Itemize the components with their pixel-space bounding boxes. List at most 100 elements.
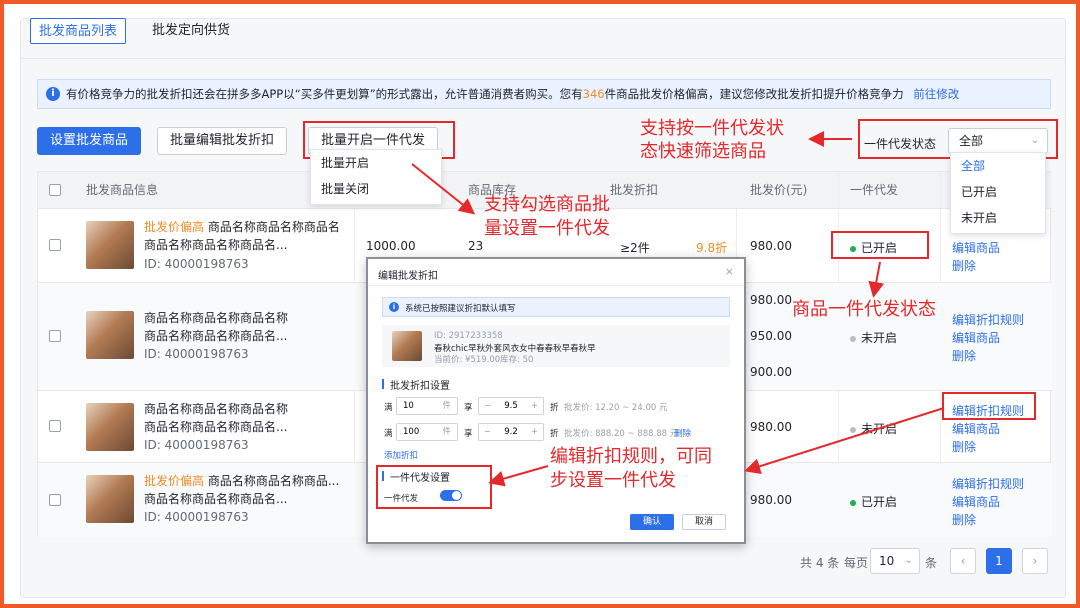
header-discount: 批发折扣 bbox=[610, 183, 659, 197]
annotation-box-dropship-setting bbox=[376, 465, 492, 509]
annotation-box-edit-rule bbox=[942, 392, 1036, 420]
minus-icon[interactable]: − bbox=[484, 398, 491, 414]
menu-item-batch-on[interactable]: 批量开启 bbox=[311, 150, 441, 176]
product-thumbnail bbox=[86, 403, 134, 451]
rule-zhe-label: 折 bbox=[550, 403, 559, 413]
chevron-down-icon: ⌄ bbox=[904, 555, 913, 566]
menu-item-batch-off[interactable]: 批量关闭 bbox=[311, 176, 441, 202]
edit-discount-modal: 编辑批发折扣 × i 系统已按照建议折扣默认填写 ID: 2917233358 … bbox=[366, 257, 746, 544]
notice-link[interactable]: 前往修改 bbox=[913, 87, 959, 101]
filter-option-all[interactable]: 全部 bbox=[951, 153, 1045, 179]
status-off-dot bbox=[850, 335, 856, 342]
tab-divider bbox=[20, 58, 1066, 59]
add-rule-link[interactable]: 添加折扣 bbox=[384, 449, 418, 461]
page-button-current[interactable]: 1 bbox=[986, 548, 1012, 574]
rule-xiang-label: 享 bbox=[464, 429, 473, 439]
pager-unit: 条 bbox=[925, 556, 938, 570]
status-off-dot bbox=[850, 426, 856, 433]
close-icon[interactable]: × bbox=[725, 265, 734, 278]
notice-text-after: 件商品批发价格偏高，建议您修改批发折扣提升价格竞争力 bbox=[604, 87, 904, 101]
info-icon: i bbox=[389, 302, 399, 312]
modal-product-id: ID: 2917233358 bbox=[434, 331, 503, 341]
product-name-line2: 商品名称商品名称商品名... bbox=[144, 492, 288, 506]
rule-price-note: 批发价: 888.20 ~ 888.88 元 bbox=[564, 429, 679, 439]
modal-notice: i 系统已按照建议折扣默认填写 bbox=[382, 297, 730, 317]
wholesale-price: 980.00 bbox=[750, 420, 792, 434]
delete-link[interactable]: 删除 bbox=[952, 257, 976, 274]
edit-discount-rule-link[interactable]: 编辑折扣规则 bbox=[952, 311, 1024, 328]
product-name-line2: 商品名称商品名称商品名... bbox=[144, 420, 288, 434]
rule-xiang-label: 享 bbox=[464, 403, 473, 413]
per-page-select[interactable]: 10 ⌄ bbox=[870, 548, 920, 574]
screenshot-frame: 批发商品列表 批发定向供货 i 有价格竞争力的批发折扣还会在拼多多APP以“买多… bbox=[0, 0, 1080, 608]
notice-count: 346 bbox=[582, 87, 605, 101]
tab-directed-supply[interactable]: 批发定向供货 bbox=[144, 18, 238, 44]
annotation-select-2: 量设置一件代发 bbox=[484, 218, 610, 239]
confirm-button[interactable]: 确认 bbox=[630, 514, 674, 530]
row-checkbox[interactable] bbox=[49, 330, 61, 342]
wholesale-price: 980.00 bbox=[750, 239, 792, 253]
delete-link[interactable]: 删除 bbox=[952, 347, 976, 364]
modal-product-price: 当前价: ¥519.00 bbox=[434, 355, 501, 365]
product-name-line2: 商品名称商品名称商品名... bbox=[144, 329, 288, 343]
filter-options-menu: 全部 已开启 未开启 bbox=[950, 152, 1046, 234]
header-info: 批发商品信息 bbox=[86, 183, 159, 197]
annotation-box-status bbox=[831, 231, 929, 259]
edit-discount-rule-link[interactable]: 编辑折扣规则 bbox=[952, 475, 1024, 492]
discount-qty: ≥2件 bbox=[620, 241, 650, 255]
next-page-icon[interactable]: › bbox=[1022, 548, 1048, 574]
product-name: 商品名称商品名称商品名称 bbox=[144, 402, 289, 416]
product-id: ID: 40000198763 bbox=[144, 510, 249, 524]
status-on-dot bbox=[850, 499, 856, 506]
row-checkbox[interactable] bbox=[49, 420, 61, 432]
tab-wholesale-list[interactable]: 批发商品列表 bbox=[30, 18, 127, 44]
plus-icon[interactable]: + bbox=[531, 398, 538, 414]
select-all-checkbox[interactable] bbox=[49, 184, 61, 196]
product-stock: 23 bbox=[468, 239, 484, 253]
info-icon: i bbox=[46, 87, 60, 101]
product-name: 商品名称商品名称商品名称 bbox=[144, 311, 289, 325]
annotation-edit-1: 编辑折扣规则，可同 bbox=[550, 446, 712, 467]
edit-product-link[interactable]: 编辑商品 bbox=[952, 329, 1000, 346]
annotation-filter-1: 支持按一件代发状 bbox=[640, 118, 784, 139]
row-checkbox[interactable] bbox=[49, 494, 61, 506]
product-id: ID: 40000198763 bbox=[144, 257, 249, 271]
product-name-line2: 商品名称商品名称商品名... bbox=[144, 238, 288, 252]
wholesale-price-tier: 900.00 bbox=[750, 365, 792, 379]
price-high-tag: 批发价偏高 bbox=[144, 220, 205, 234]
delete-link[interactable]: 删除 bbox=[952, 438, 976, 455]
edit-product-link[interactable]: 编辑商品 bbox=[952, 420, 1000, 437]
header-dropship: 一件代发 bbox=[850, 183, 899, 197]
product-id: ID: 40000198763 bbox=[144, 347, 249, 361]
edit-product-link[interactable]: 编辑商品 bbox=[952, 239, 1000, 256]
annotation-select-1: 支持勾选商品批 bbox=[484, 194, 610, 215]
row-checkbox[interactable] bbox=[49, 239, 61, 251]
price-high-tag: 批发价偏高 bbox=[144, 474, 205, 488]
discount-value: 9.8折 bbox=[696, 241, 728, 255]
modal-product-thumbnail bbox=[392, 331, 422, 361]
filter-option-on[interactable]: 已开启 bbox=[951, 179, 1045, 205]
annotation-filter-2: 态快速筛选商品 bbox=[640, 141, 766, 162]
delete-rule-link[interactable]: 删除 bbox=[674, 427, 691, 439]
rule-man-label: 满 bbox=[384, 403, 393, 413]
rule-qty-input[interactable]: 100 件 bbox=[396, 423, 458, 441]
rule-zhe-label: 折 bbox=[550, 429, 559, 439]
delete-link[interactable]: 删除 bbox=[952, 511, 976, 528]
edit-product-link[interactable]: 编辑商品 bbox=[952, 493, 1000, 510]
prev-page-icon[interactable]: ‹ bbox=[950, 548, 976, 574]
cancel-button[interactable]: 取消 bbox=[682, 514, 726, 530]
rule-qty-input[interactable]: 10 件 bbox=[396, 397, 458, 415]
annotation-status: 商品一件代发状态 bbox=[792, 299, 936, 320]
minus-icon[interactable]: − bbox=[484, 424, 491, 440]
filter-option-off[interactable]: 未开启 bbox=[951, 205, 1045, 231]
pager-total: 共 4 条 bbox=[800, 556, 840, 570]
discount-stepper[interactable]: −9.5 + bbox=[478, 397, 544, 415]
section-marker bbox=[382, 379, 384, 389]
set-wholesale-button[interactable]: 设置批发商品 bbox=[37, 127, 142, 155]
modal-divider bbox=[368, 285, 744, 286]
batch-edit-discount-button[interactable]: 批量编辑批发折扣 bbox=[157, 127, 288, 155]
product-thumbnail bbox=[86, 475, 134, 523]
plus-icon[interactable]: + bbox=[531, 424, 538, 440]
discount-stepper[interactable]: −9.2 + bbox=[478, 423, 544, 441]
notice-text-before: 有价格竞争力的批发折扣还会在拼多多APP以“买多件更划算”的形式露出，允许普通消… bbox=[66, 87, 583, 101]
